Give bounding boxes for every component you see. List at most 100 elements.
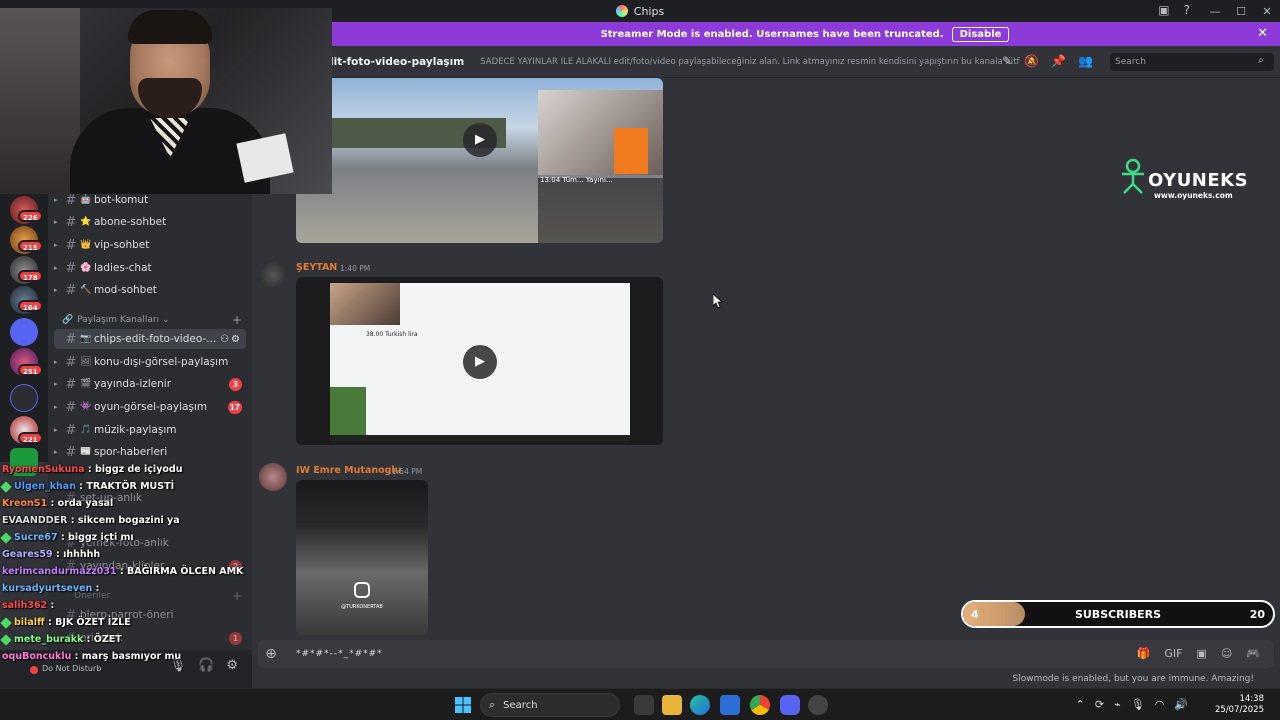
discord-icon[interactable] — [780, 695, 800, 715]
windows-start-icon[interactable] — [455, 697, 471, 713]
channel-mod-sohbet[interactable]: ▸ # 🔨 mod-sohbet — [54, 280, 246, 300]
logo-url: www.oyuneks.com — [1154, 191, 1233, 200]
channel-topic[interactable]: SADECE YAYINLAR İLE ALAKALI edit/foto/vi… — [480, 57, 1020, 67]
channel-oyun-gorsel[interactable]: ▸ # 👾 oyun-görsel-paylaşım 17 — [54, 397, 246, 417]
mute-bell-icon[interactable]: 🔕 — [1024, 54, 1039, 68]
video-attachment[interactable]: 38.00 Turkish lira ▶ — [296, 277, 663, 445]
inbox-icon[interactable]: ▣ — [1158, 3, 1169, 17]
help-icon[interactable]: ? — [1184, 3, 1190, 17]
chat-line: Sucre67 : biggz içti mı — [0, 531, 134, 544]
message-author[interactable]: ŞEYTAN — [296, 262, 337, 273]
wifi-icon[interactable]: ◠ — [1155, 698, 1165, 711]
store-icon[interactable] — [720, 695, 740, 715]
invite-and-settings-icons[interactable]: ⚇⚙ — [220, 334, 242, 345]
channel-yayinda-izlenir[interactable]: ▸ # 🎬 yayında-izlenir 3 — [54, 374, 246, 394]
mic-icon[interactable]: 🎙 — [1131, 698, 1145, 711]
chat-separator: : — [47, 498, 58, 509]
channel-konu-disi-gorsel[interactable]: ▸ # 🖼 konu-dışı-görsel-paylaşım — [54, 352, 246, 372]
search-input[interactable] — [1110, 53, 1274, 71]
edge-icon[interactable] — [690, 695, 710, 715]
chat-line: EVAANDDER : sikcem bogazini ya — [2, 515, 180, 526]
taskbar-search[interactable]: ⌕ Search — [480, 693, 620, 717]
search-icon: ⌕ — [1258, 55, 1264, 66]
chat-username: salih362 — [2, 600, 48, 611]
sticker-icon[interactable]: ▣ — [1196, 647, 1206, 660]
search-icon: ⌕ — [489, 698, 496, 711]
chat-separator: : — [44, 617, 56, 628]
chat-line: oquBoncuklu : marş basmıyor mu — [2, 651, 181, 662]
sync-icon[interactable]: ⟳ — [1095, 698, 1104, 711]
add-channel-icon[interactable]: + — [232, 313, 242, 327]
windows-taskbar: ⌕ Search ⌃ ⟳ ⌁ 🎙 ◠ 🔊 14:38 25/07/2025 — [0, 688, 1280, 720]
channel-abone-sohbet[interactable]: ▸ # ⭐ abone-sohbet — [54, 212, 246, 232]
chat-separator: : — [57, 532, 69, 543]
category-paylasim-kanallari[interactable]: 🔗 Paylaşım Kanalları ⌄ + — [62, 312, 246, 328]
disable-streamer-mode-button[interactable]: Disable — [951, 26, 1010, 42]
message-author[interactable]: IW Emre Mutanoglu — [296, 465, 401, 476]
channel-ladies-chat[interactable]: ▸ # 🌸 ladies-chat — [54, 258, 246, 278]
apps-icon[interactable]: 🎮 — [1246, 647, 1260, 660]
instagram-video-attachment[interactable]: @TURKONERTAB — [296, 480, 428, 635]
channel-chips-edit-foto-video[interactable]: # 📷 chips-edit-foto-video-... ⚇⚙ — [54, 329, 246, 349]
gift-icon[interactable]: 🎁 — [1137, 647, 1151, 660]
chat-username: Geares59 — [2, 549, 53, 560]
chevron-right-icon: ▸ — [54, 403, 58, 411]
emoji-icon[interactable]: ☺ — [1221, 647, 1232, 660]
close-banner-icon[interactable]: ✕ — [1257, 26, 1268, 41]
taskbar-clock[interactable]: 14:38 25/07/2025 — [1215, 694, 1264, 716]
play-icon[interactable]: ▶ — [463, 345, 497, 379]
chat-username: RyomenSukuna — [2, 464, 85, 475]
app-icon[interactable] — [808, 695, 828, 715]
channel-name: lit-foto-video-paylaşım — [330, 55, 465, 68]
banner-text: Streamer Mode is enabled. Usernames have… — [600, 28, 944, 40]
chat-username: Sucre67 — [14, 532, 58, 543]
chevron-right-icon: ▸ — [54, 380, 58, 388]
hash-icon: # — [65, 422, 77, 438]
chat-username: kerimcandurmazz031 — [2, 566, 117, 577]
message-composer[interactable]: ⊕ *#*#*--*_*#*#* 🎁 GIF ▣ ☺ 🎮 — [258, 640, 1274, 668]
play-icon[interactable]: ▶ — [463, 123, 497, 157]
streamer-mode-banner: Streamer Mode is enabled. Usernames have… — [330, 22, 1280, 46]
channel-muzik-paylasim[interactable]: ▸ # 🎵 müzik-paylaşım — [54, 420, 246, 440]
maximize-button[interactable]: ☐ — [1228, 5, 1254, 18]
channel-vip-sohbet[interactable]: ▸ # 👑 vip-sohbet — [54, 235, 246, 255]
pin-icon[interactable]: 📌 — [1051, 54, 1066, 68]
network-icon[interactable]: ⌁ — [1114, 698, 1121, 711]
mouse-cursor-icon — [713, 294, 723, 308]
chat-message: TRAKTÖR MUSTİ — [86, 481, 175, 492]
server-icon[interactable] — [10, 318, 38, 346]
threads-icon[interactable]: ✎ — [1002, 54, 1012, 68]
channel-header: lit-foto-video-paylaşım SADECE YAYINLAR … — [330, 46, 1280, 78]
link-icon: 🔗 — [62, 315, 74, 325]
close-window-button[interactable]: ✕ — [1254, 5, 1280, 18]
chevron-up-icon[interactable]: ⌃ — [1076, 698, 1085, 711]
server-badge: 221 — [18, 432, 43, 444]
chrome-icon[interactable] — [750, 695, 770, 715]
stream-chat-overlay — [538, 178, 663, 243]
task-view-icon[interactable] — [634, 695, 654, 715]
avatar[interactable] — [259, 463, 287, 491]
file-explorer-icon[interactable] — [662, 695, 682, 715]
hash-icon: # — [65, 376, 77, 392]
app-icon — [615, 5, 628, 17]
chat-message: BAĞIRMA ÖLCEN AMK — [127, 566, 244, 577]
chat-username: kursadyurtseven — [2, 583, 93, 594]
message-timestamp: 1:40 PM — [340, 264, 371, 273]
channel-spor-haberleri[interactable]: ▸ # 📰 spor-haberleri — [54, 442, 246, 462]
subscriber-label: SUBSCRIBERS — [1074, 608, 1162, 621]
chat-username: oquBoncuklu — [2, 651, 72, 662]
chat-badge-icon — [0, 480, 12, 493]
hash-icon: # — [65, 399, 77, 415]
chat-separator: : — [52, 549, 64, 560]
chat-separator: : — [67, 515, 78, 526]
volume-icon[interactable]: 🔊 — [1174, 698, 1188, 711]
member-list-icon[interactable]: 👥 — [1078, 54, 1093, 68]
add-attachment-icon[interactable]: ⊕ — [258, 646, 284, 662]
chat-line: KreonS1 : orda yasal — [2, 498, 113, 509]
subscriber-goal-bar: 4 SUBSCRIBERS 20 — [961, 600, 1275, 628]
video-attachment[interactable]: 13:04 Tüm... Yayını... ▶ — [296, 78, 663, 243]
gif-icon[interactable]: GIF — [1164, 647, 1182, 660]
folder-icon[interactable] — [10, 384, 38, 412]
avatar[interactable] — [259, 261, 287, 289]
minimize-button[interactable]: — — [1202, 5, 1228, 18]
